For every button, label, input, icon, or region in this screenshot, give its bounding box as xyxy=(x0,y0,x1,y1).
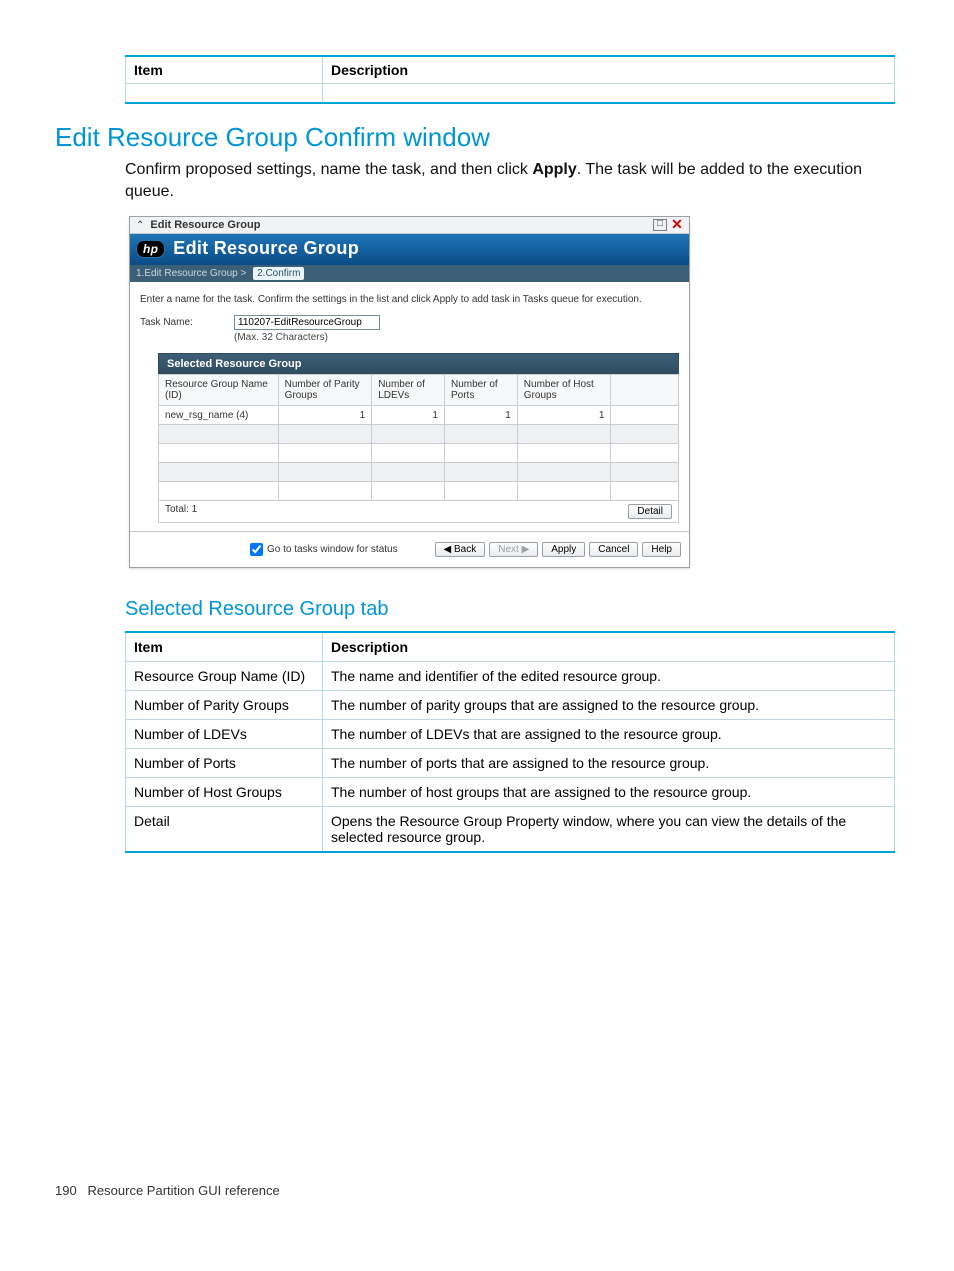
top-table-header-description: Description xyxy=(323,56,895,84)
table-row: Number of LDEVs The number of LDEVs that… xyxy=(126,720,895,749)
help-button[interactable]: Help xyxy=(642,542,681,557)
task-name-underhint: (Max. 32 Characters) xyxy=(234,332,380,343)
collapse-icon[interactable]: ⌃ xyxy=(136,220,144,231)
dialog-titlebar: ⌃ Edit Resource Group □ ✕ xyxy=(130,217,689,234)
go-to-tasks-checkbox-label[interactable]: Go to tasks window for status xyxy=(246,540,398,559)
desc-item: Resource Group Name (ID) xyxy=(126,662,323,691)
desc-text: The number of ports that are assigned to… xyxy=(323,749,895,778)
wizard-step-separator: > xyxy=(241,268,247,279)
desc-item: Number of Ports xyxy=(126,749,323,778)
cell-name: new_rsg_name (4) xyxy=(159,406,279,425)
table-row: Number of Ports The number of ports that… xyxy=(126,749,895,778)
col-ports: Number of Ports xyxy=(444,375,517,406)
next-button-label: Next xyxy=(498,544,519,555)
intro-apply-word: Apply xyxy=(532,161,576,178)
hp-logo-icon: hp xyxy=(136,240,165,258)
cell-ldevs: 1 xyxy=(372,406,445,425)
total-label: Total: 1 xyxy=(165,504,628,519)
desc-header-item: Item xyxy=(126,632,323,662)
col-resource-group-name: Resource Group Name (ID) xyxy=(159,375,279,406)
desc-item: Detail xyxy=(126,807,323,853)
wizard-step-2[interactable]: 2.Confirm xyxy=(253,267,304,280)
table-row: Number of Host Groups The number of host… xyxy=(126,778,895,807)
table-row xyxy=(159,463,679,482)
selected-resource-group-table: Resource Group Name (ID) Number of Parit… xyxy=(158,374,679,501)
desc-text: The number of host groups that are assig… xyxy=(323,778,895,807)
page-footer: 190 Resource Partition GUI reference xyxy=(55,1183,280,1198)
desc-item: Number of Host Groups xyxy=(126,778,323,807)
cell-parity: 1 xyxy=(278,406,372,425)
cell-ports: 1 xyxy=(444,406,517,425)
col-ldevs: Number of LDEVs xyxy=(372,375,445,406)
detail-button[interactable]: Detail xyxy=(628,504,672,519)
dialog-banner-title: Edit Resource Group xyxy=(173,238,359,259)
top-table-empty-row xyxy=(126,84,895,104)
apply-button[interactable]: Apply xyxy=(542,542,585,557)
desc-text: The name and identifier of the edited re… xyxy=(323,662,895,691)
desc-text: Opens the Resource Group Property window… xyxy=(323,807,895,853)
wizard-steps: 1.Edit Resource Group > 2.Confirm xyxy=(130,265,689,282)
section-heading: Edit Resource Group Confirm window xyxy=(55,122,894,153)
top-item-description-table: Item Description xyxy=(125,55,895,104)
intro-pre: Confirm proposed settings, name the task… xyxy=(125,161,532,178)
task-name-label: Task Name: xyxy=(140,315,234,328)
selected-resource-group-header: Selected Resource Group xyxy=(158,353,679,374)
subsection-heading: Selected Resource Group tab xyxy=(125,598,894,621)
intro-paragraph: Confirm proposed settings, name the task… xyxy=(125,159,894,202)
edit-resource-group-dialog: ⌃ Edit Resource Group □ ✕ hp Edit Resour… xyxy=(129,216,690,568)
desc-item: Number of LDEVs xyxy=(126,720,323,749)
top-table-header-item: Item xyxy=(126,56,323,84)
dialog-hint: Enter a name for the task. Confirm the s… xyxy=(140,294,679,305)
task-name-input[interactable] xyxy=(234,315,380,330)
back-button[interactable]: ◀ Back xyxy=(435,542,486,557)
col-spacer xyxy=(611,375,679,406)
close-button[interactable]: ✕ xyxy=(671,220,683,230)
go-to-tasks-text: Go to tasks window for status xyxy=(267,544,398,555)
dialog-banner: hp Edit Resource Group xyxy=(130,234,689,265)
footer-section: Resource Partition GUI reference xyxy=(88,1183,280,1198)
table-row xyxy=(159,425,679,444)
wizard-step-1[interactable]: 1.Edit Resource Group xyxy=(136,268,238,279)
next-button: Next ▶ xyxy=(489,542,538,557)
maximize-button[interactable]: □ xyxy=(653,219,667,231)
table-row xyxy=(159,482,679,501)
table-row[interactable]: new_rsg_name (4) 1 1 1 1 xyxy=(159,406,679,425)
desc-header-description: Description xyxy=(323,632,895,662)
table-row: Resource Group Name (ID) The name and id… xyxy=(126,662,895,691)
desc-text: The number of parity groups that are ass… xyxy=(323,691,895,720)
desc-text: The number of LDEVs that are assigned to… xyxy=(323,720,895,749)
col-host-groups: Number of Host Groups xyxy=(517,375,611,406)
col-parity-groups: Number of Parity Groups xyxy=(278,375,372,406)
table-row: Number of Parity Groups The number of pa… xyxy=(126,691,895,720)
table-row: Detail Opens the Resource Group Property… xyxy=(126,807,895,853)
description-table: Item Description Resource Group Name (ID… xyxy=(125,631,895,853)
cell-hostgroups: 1 xyxy=(517,406,611,425)
go-to-tasks-checkbox[interactable] xyxy=(250,543,263,556)
desc-item: Number of Parity Groups xyxy=(126,691,323,720)
page-number: 190 xyxy=(55,1183,77,1198)
table-row xyxy=(159,444,679,463)
back-button-label: Back xyxy=(454,544,476,555)
dialog-title: Edit Resource Group xyxy=(150,219,649,231)
dialog-button-bar: Go to tasks window for status ◀ Back Nex… xyxy=(130,531,689,567)
cancel-button[interactable]: Cancel xyxy=(589,542,638,557)
